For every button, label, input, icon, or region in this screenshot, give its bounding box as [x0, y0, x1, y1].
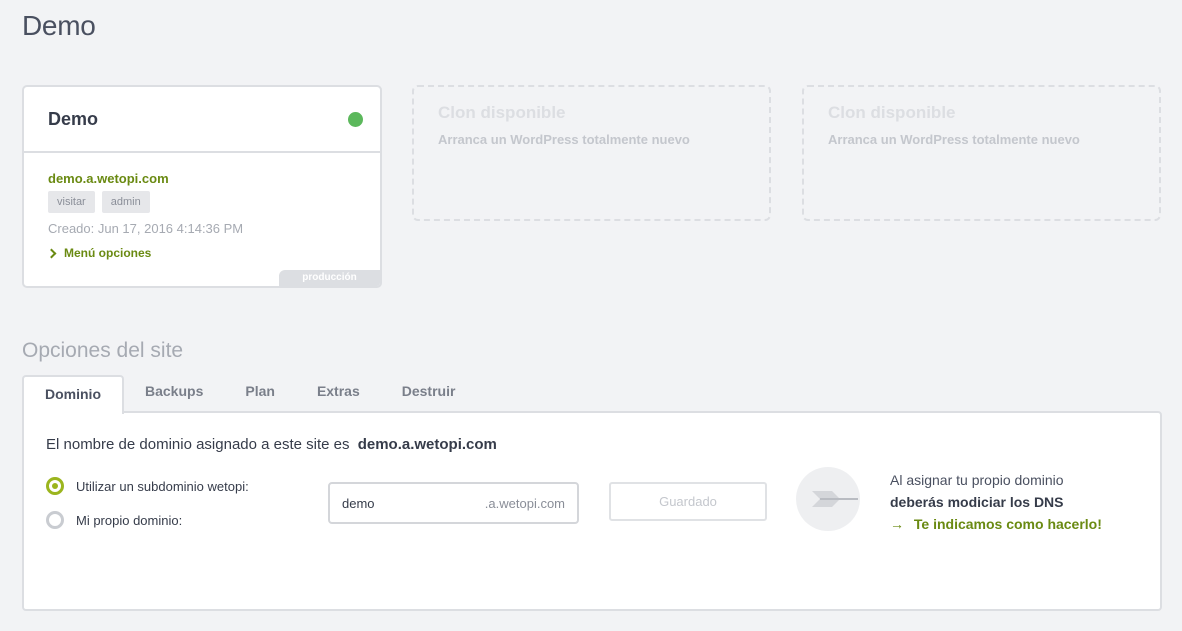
radio-own-domain[interactable]: Mi propio dominio: [46, 511, 182, 529]
save-button[interactable]: Guardado [609, 482, 767, 521]
radio-own-domain-control[interactable] [46, 511, 64, 529]
site-domain-link[interactable]: demo.a.wetopi.com [48, 171, 356, 186]
domain-panel: El nombre de dominio asignado a este sit… [22, 411, 1162, 611]
dns-help-label: Te indicamos como hacerlo! [913, 516, 1102, 532]
assigned-domain-text: El nombre de dominio asignado a este sit… [46, 436, 350, 453]
visit-button[interactable]: visitar [48, 191, 95, 213]
clone-slot-2[interactable]: Clon disponible Arranca un WordPress tot… [802, 85, 1161, 221]
tab-backups[interactable]: Backups [124, 375, 224, 413]
menu-options-link[interactable]: Menú opciones [46, 246, 356, 260]
site-card-header: Demo [24, 87, 380, 153]
dns-arrow-icon [796, 467, 860, 531]
clone-subtitle: Arranca un WordPress totalmente nuevo [438, 132, 690, 147]
page-title: Demo [22, 10, 96, 41]
subdomain-field[interactable]: .a.wetopi.com [328, 482, 579, 524]
dns-info-line2: deberás modiciar los DNS [890, 494, 1064, 510]
menu-options-label: Menú opciones [64, 246, 152, 260]
radio-subdomain[interactable]: Utilizar un subdominio wetopi: [46, 477, 249, 495]
admin-button[interactable]: admin [101, 191, 150, 213]
radio-subdomain-control[interactable] [46, 477, 64, 495]
tab-extras[interactable]: Extras [296, 375, 381, 413]
assigned-domain: demo.a.wetopi.com [357, 436, 497, 453]
options-title: Opciones del site [22, 339, 184, 362]
tab-destruir[interactable]: Destruir [381, 375, 477, 413]
clone-slot-1[interactable]: Clon disponible Arranca un WordPress tot… [412, 85, 771, 221]
tab-plan[interactable]: Plan [224, 375, 296, 413]
clone-title: Clon disponible [438, 103, 566, 122]
site-actions: visitar admin [48, 191, 356, 213]
environment-badge: producción [279, 270, 380, 286]
options-tabs: Dominio Backups Plan Extras Destruir [22, 375, 477, 414]
radio-own-domain-label: Mi propio dominio: [76, 512, 183, 528]
arrow-right-icon: → [890, 516, 904, 532]
tab-dominio[interactable]: Dominio [22, 375, 124, 414]
site-card: Demo demo.a.wetopi.com visitar admin Cre… [22, 85, 382, 288]
dns-help-link[interactable]: → Te indicamos como hacerlo! [890, 513, 1102, 535]
radio-subdomain-label: Utilizar un subdominio wetopi: [76, 478, 249, 494]
subdomain-input[interactable] [342, 495, 462, 511]
dns-info-line1: Al asignar tu propio dominio [890, 472, 1064, 488]
site-name: Demo [48, 108, 99, 129]
status-indicator [348, 111, 363, 127]
created-date: Creado: Jun 17, 2016 4:14:36 PM [48, 221, 244, 236]
dns-info: Al asignar tu propio dominio deberás mod… [890, 469, 1102, 535]
clone-title: Clon disponible [828, 103, 956, 122]
assigned-domain-line: El nombre de dominio asignado a este sit… [46, 436, 497, 453]
site-card-body: demo.a.wetopi.com visitar admin Creado: … [24, 153, 380, 260]
subdomain-suffix: .a.wetopi.com [484, 495, 565, 511]
chevron-right-icon [46, 248, 57, 258]
clone-subtitle: Arranca un WordPress totalmente nuevo [828, 132, 1080, 147]
